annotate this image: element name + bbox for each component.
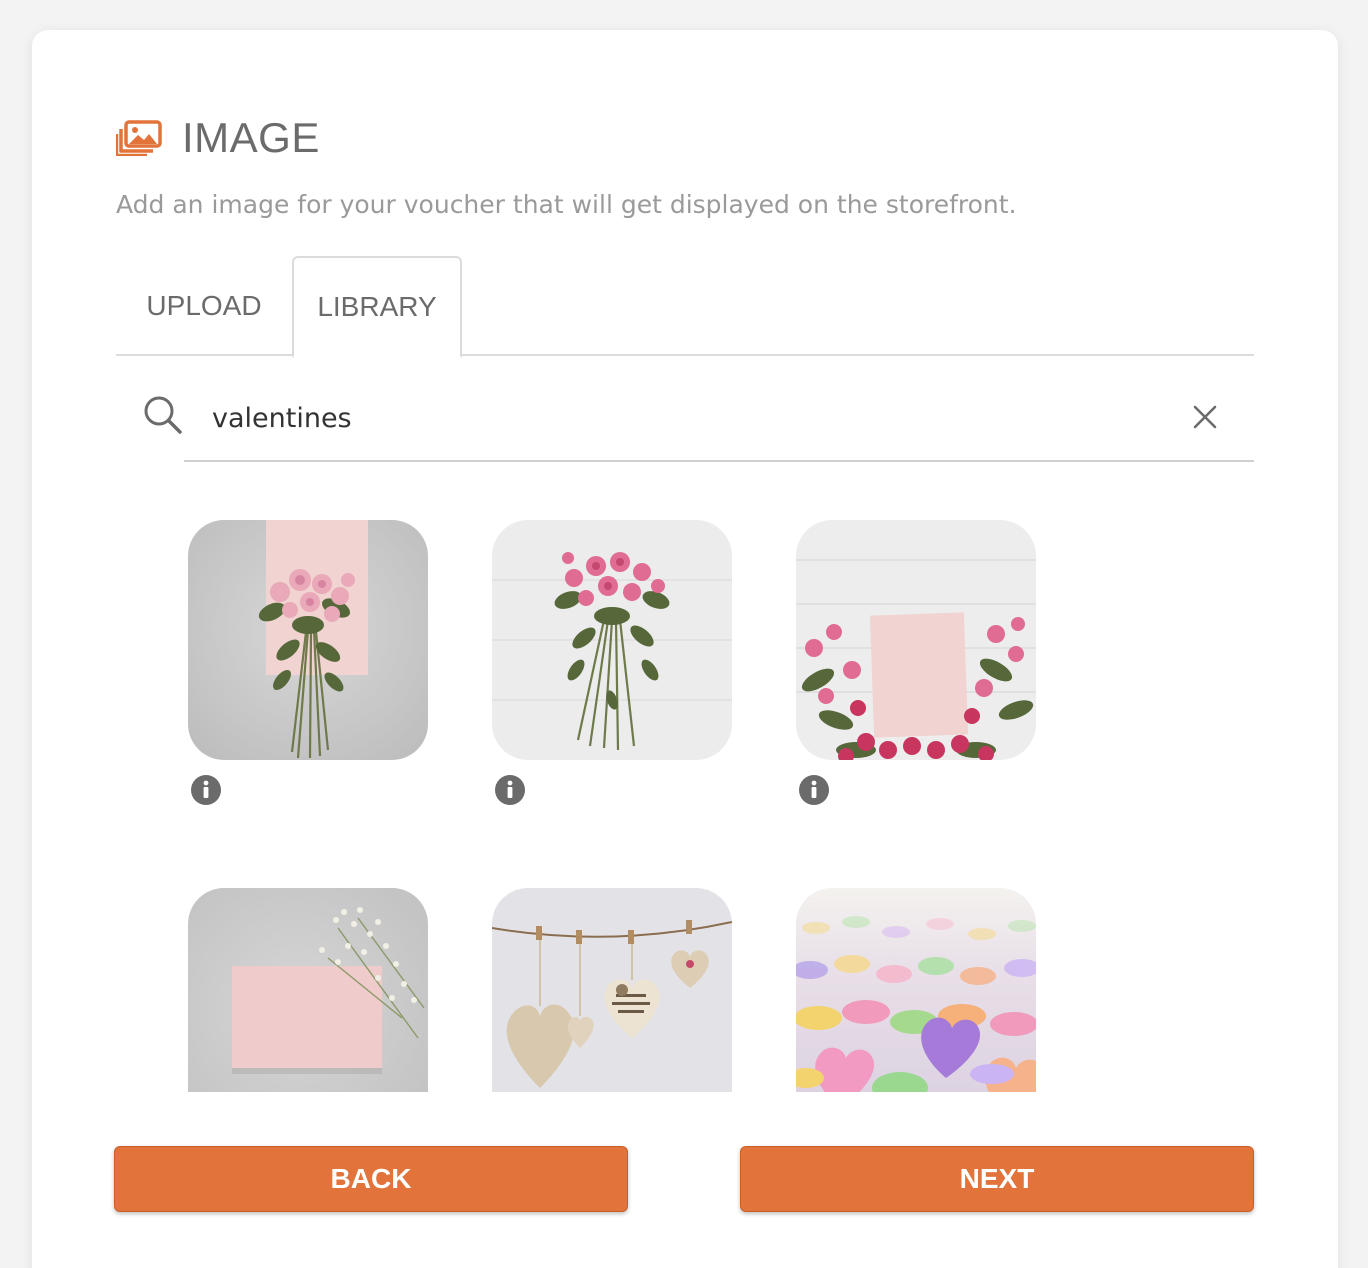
info-icon[interactable] <box>798 774 830 806</box>
library-image-item <box>188 888 428 1092</box>
info-icon[interactable] <box>190 774 222 806</box>
image-gallery-icon <box>116 120 162 156</box>
page-title: IMAGE <box>182 114 320 161</box>
tab-library[interactable]: LIBRARY <box>292 256 462 358</box>
library-image-item <box>188 520 428 805</box>
search-input[interactable] <box>212 396 1172 440</box>
library-image-thumbnail[interactable] <box>796 520 1036 760</box>
image-library-grid <box>188 520 1048 1092</box>
image-settings-card: IMAGE Add an image for your voucher that… <box>32 30 1338 1268</box>
next-button[interactable]: NEXT <box>740 1146 1254 1212</box>
library-image-item <box>492 520 732 805</box>
library-image-item <box>492 888 732 1092</box>
info-icon[interactable] <box>494 774 526 806</box>
back-button[interactable]: BACK <box>114 1146 628 1212</box>
close-icon[interactable] <box>1192 404 1218 430</box>
library-image-thumbnail[interactable] <box>796 888 1036 1092</box>
section-header: IMAGE <box>116 114 320 162</box>
library-image-thumbnail[interactable] <box>188 520 428 760</box>
library-image-thumbnail[interactable] <box>492 520 732 760</box>
source-tabs: UPLOAD LIBRARY <box>116 256 1254 358</box>
search-icon <box>144 396 182 434</box>
library-image-item <box>796 520 1036 805</box>
tab-upload[interactable]: UPLOAD <box>116 256 292 356</box>
library-image-thumbnail[interactable] <box>188 888 428 1092</box>
library-search <box>142 394 1254 462</box>
library-image-thumbnail[interactable] <box>492 888 732 1092</box>
library-image-item <box>796 888 1036 1092</box>
search-underline <box>184 460 1254 462</box>
page-subtitle: Add an image for your voucher that will … <box>116 190 1017 219</box>
